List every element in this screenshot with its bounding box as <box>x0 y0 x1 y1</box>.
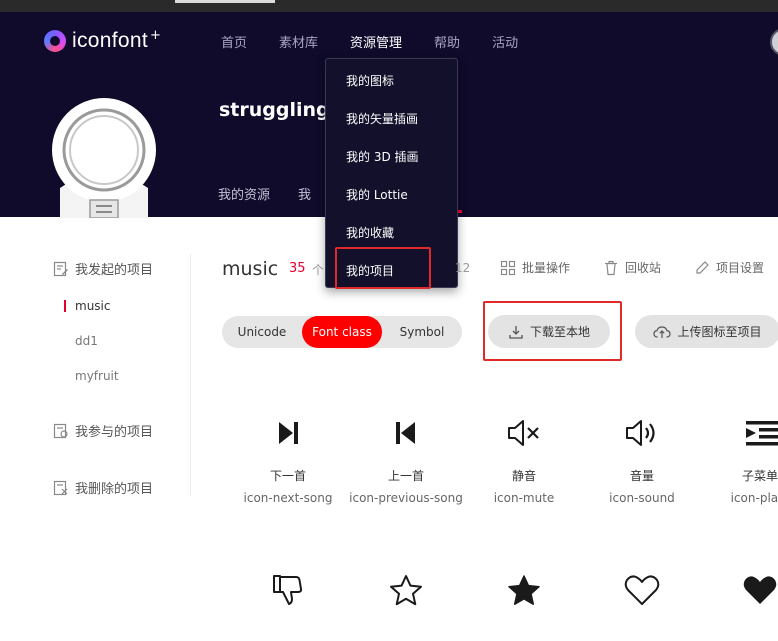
icon-name: 静音 <box>511 469 536 483</box>
sidebar-group-joined[interactable]: 我参与的项目 <box>53 421 153 440</box>
icon-class-name: icon-mute <box>493 491 555 505</box>
mute-icon <box>508 420 539 446</box>
logo-plus: + <box>149 27 161 43</box>
project-meta-partial: 12 <box>455 261 471 275</box>
download-icon <box>509 325 523 339</box>
menu-my-vector-illustrations[interactable]: 我的矢量插画 <box>346 110 418 127</box>
icon-card-sound[interactable]: 音量 icon-sound <box>583 415 701 506</box>
nav-activities[interactable]: 活动 <box>492 32 518 51</box>
star-outline-icon <box>390 575 422 606</box>
grid-icon <box>500 260 516 275</box>
icon-class-name: icon-sound <box>609 491 675 505</box>
sidebar-project-dd1[interactable]: dd1 <box>75 334 98 348</box>
sidebar-group-joined-label: 我参与的项目 <box>75 425 154 440</box>
project-count-unit: 个 <box>312 263 325 277</box>
tab-second[interactable]: 我 <box>298 184 311 203</box>
format-unicode[interactable]: Unicode <box>222 316 302 348</box>
project-settings-label: 项目设置 <box>716 261 765 275</box>
recycle-bin-label: 回收站 <box>625 261 662 275</box>
resource-dropdown-menu: 我的图标 我的矢量插画 我的 3D 插画 我的 Lottie 我的收藏 我的项目 <box>325 58 458 288</box>
top-strip-mark <box>175 0 275 3</box>
download-local-button[interactable]: 下载至本地 <box>488 315 610 348</box>
submenu-icon <box>746 421 778 446</box>
trash-icon <box>605 260 617 275</box>
iconfont-logo[interactable]: iconfont + <box>44 27 161 53</box>
thumbs-down-icon <box>273 575 303 605</box>
heart-filled-icon <box>743 576 777 604</box>
sidebar-group-deleted[interactable]: 我删除的项目 <box>53 478 153 497</box>
icon-card-next-song[interactable]: 下一首 icon-next-song <box>229 415 347 506</box>
pencil-icon <box>696 260 709 274</box>
project-joined-icon <box>53 423 68 438</box>
icon-name: 下一首 <box>269 469 306 483</box>
profile-tabs: 我的资源 我 <box>218 184 339 203</box>
format-font-class[interactable]: Font class <box>302 316 382 348</box>
icon-name: 子菜单 <box>741 469 778 483</box>
icon-card-star-filled[interactable] <box>465 573 583 626</box>
sidebar-group-started-label: 我发起的项目 <box>75 263 154 278</box>
menu-my-3d-illustrations[interactable]: 我的 3D 插画 <box>346 148 419 165</box>
project-title: music <box>222 258 279 280</box>
recycle-bin-button[interactable]: 回收站 <box>603 259 661 276</box>
icon-class-name: icon-play- <box>730 491 778 505</box>
star-filled-icon <box>508 575 540 605</box>
nav-help[interactable]: 帮助 <box>434 32 460 51</box>
tab-my-resources[interactable]: 我的资源 <box>218 184 270 203</box>
menu-my-favorites[interactable]: 我的收藏 <box>346 224 394 241</box>
robot-avatar-icon <box>52 98 156 219</box>
heart-outline-icon <box>624 575 660 605</box>
icon-card-heart-filled[interactable] <box>701 573 778 626</box>
icon-name: 上一首 <box>387 469 424 483</box>
format-symbol[interactable]: Symbol <box>382 316 462 348</box>
icon-card-heart-outline[interactable] <box>583 573 701 626</box>
icon-name: 音量 <box>629 469 654 483</box>
batch-operation-button[interactable]: 批量操作 <box>500 259 570 276</box>
sidebar-active-bar <box>64 300 66 312</box>
download-label: 下载至本地 <box>529 325 590 339</box>
sidebar-divider <box>190 254 191 496</box>
menu-my-projects[interactable]: 我的项目 <box>346 262 394 279</box>
cloud-upload-icon <box>653 325 672 338</box>
icon-card-mute[interactable]: 静音 icon-mute <box>465 415 583 506</box>
next-song-icon <box>279 422 298 444</box>
icon-class-name: icon-previous-song <box>349 491 463 505</box>
sidebar-group-started[interactable]: 我发起的项目 <box>53 259 153 278</box>
upload-label: 上传图标至项目 <box>677 325 762 339</box>
icon-class-name: icon-next-song <box>243 491 333 505</box>
icon-card-submenu[interactable]: 子菜单 icon-play- <box>701 415 778 506</box>
icon-card-star-outline[interactable] <box>347 573 465 626</box>
menu-my-icons[interactable]: 我的图标 <box>346 72 394 89</box>
top-user-avatar[interactable] <box>770 28 778 56</box>
project-icon-count: 35 <box>289 261 306 276</box>
logo-text: iconfont <box>72 29 148 52</box>
icon-card-thumbs-down[interactable] <box>229 573 347 626</box>
sound-icon <box>626 420 655 446</box>
project-deleted-icon <box>53 480 68 495</box>
logo-mark-icon <box>44 30 66 52</box>
sidebar-project-myfruit[interactable]: myfruit <box>75 369 119 383</box>
project-edit-icon <box>53 261 68 276</box>
upload-icon-button[interactable]: 上传图标至项目 <box>635 315 778 348</box>
sidebar-group-deleted-label: 我删除的项目 <box>75 482 154 497</box>
main-nav: 首页 素材库 资源管理 帮助 活动 <box>221 32 550 51</box>
project-settings-button[interactable]: 项目设置 <box>694 259 764 276</box>
icon-card-previous-song[interactable]: 上一首 icon-previous-song <box>347 415 465 506</box>
nav-home[interactable]: 首页 <box>221 32 247 51</box>
sidebar-project-music[interactable]: music <box>75 299 110 313</box>
format-switch: Unicode Font class Symbol <box>222 316 462 348</box>
batch-operation-label: 批量操作 <box>522 261 571 275</box>
menu-my-lottie[interactable]: 我的 Lottie <box>346 186 408 203</box>
previous-song-icon <box>396 422 415 444</box>
nav-resource-management[interactable]: 资源管理 <box>350 32 402 51</box>
nav-materials[interactable]: 素材库 <box>279 32 318 51</box>
user-avatar <box>50 88 158 219</box>
browser-top-strip <box>0 0 778 12</box>
